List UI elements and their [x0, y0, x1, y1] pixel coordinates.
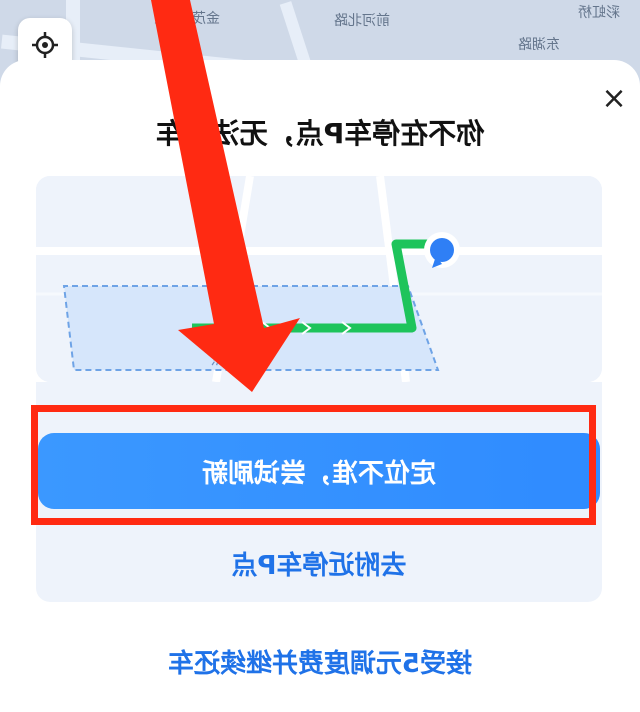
mirrored-screen: 东湖路 前河北路 金茂湾C区 彩虹桥 × 你不在停车P点，无法还车 停车P点 定… [0, 0, 640, 712]
close-button[interactable]: × [598, 80, 630, 116]
parking-illustration-graphic [36, 176, 602, 382]
parking-zone-label: 停车P点 [210, 349, 272, 369]
user-location-icon [424, 232, 460, 268]
map-label: 东湖路 [518, 37, 560, 53]
parking-illustration: 停车P点 [36, 176, 602, 382]
dialog-title: 你不在停车P点，无法还车 [155, 117, 485, 150]
map-label: 前河北路 [334, 13, 390, 29]
accept-fee-continue-link[interactable]: 接受5元调度费并继续还车 [0, 643, 640, 680]
map-label: 金茂湾C区 [154, 11, 220, 27]
close-icon: × [601, 80, 627, 116]
go-nearby-parking-link[interactable]: 去附近停车P点 [36, 545, 602, 582]
map-label: 彩虹桥 [578, 5, 620, 21]
refresh-location-label: 定位不准，尝试刷新 [202, 458, 437, 489]
refresh-location-button[interactable]: 定位不准，尝试刷新 [38, 433, 600, 509]
locate-icon [32, 32, 58, 58]
